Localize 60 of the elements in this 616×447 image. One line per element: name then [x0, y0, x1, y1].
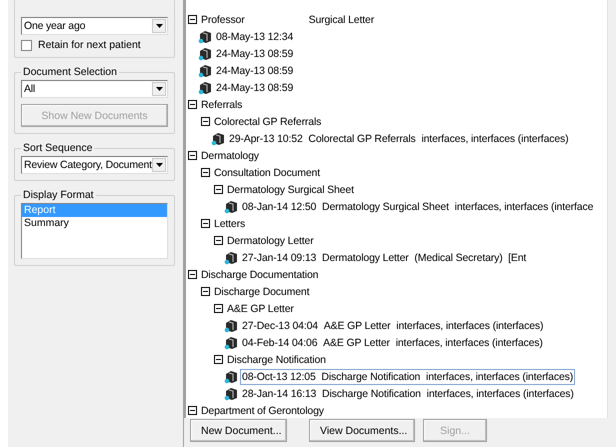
collapse-icon[interactable]: [201, 287, 210, 296]
document-icon: [223, 250, 239, 264]
dropdown[interactable]: One year ago: [21, 17, 168, 35]
document-icon: [210, 132, 226, 146]
action-button[interactable]: View Documents...: [309, 419, 415, 442]
tree-item[interactable]: Discharge Notification: [227, 354, 326, 366]
tree-item[interactable]: Discharge Documentation: [201, 268, 318, 280]
dropdown[interactable]: All: [21, 80, 168, 98]
document-icon: [197, 64, 213, 78]
tree-item[interactable]: Referrals: [201, 98, 242, 110]
collapse-icon[interactable]: [188, 406, 197, 415]
collapse-icon[interactable]: [188, 100, 197, 109]
tree-item[interactable]: 24-May-13 08:59: [214, 62, 296, 78]
tree-item[interactable]: 04-Feb-14 04:06 A&E GP Letter interfaces, interfaces (interfaces): [240, 334, 545, 350]
tree-item[interactable]: Dermatology Surgical Sheet: [227, 184, 354, 196]
tree-item[interactable]: Colorectal GP Referrals: [214, 116, 322, 128]
list-item[interactable]: Summary: [22, 217, 167, 230]
collapse-icon[interactable]: [201, 219, 210, 228]
collapse-icon[interactable]: [188, 15, 197, 24]
document-icon: [197, 30, 213, 44]
collapse-icon[interactable]: [214, 304, 223, 313]
tree-item[interactable]: 08-Oct-13 12:05 Discharge Notification interfaces, interfaces (interfaces): [240, 368, 576, 384]
tree-item[interactable]: 27-Dec-13 04:04 A&E GP Letter interfaces, interfaces (interfaces): [240, 318, 546, 334]
tree-item[interactable]: 29-Apr-13 10:52 Colorectal GP Referrals interfaces, interfaces (interfaces): [227, 130, 570, 146]
collapse-icon[interactable]: [188, 270, 197, 279]
tree-item[interactable]: Dermatology: [201, 150, 259, 162]
document-icon: [197, 80, 213, 94]
tree-item[interactable]: Letters: [214, 218, 246, 230]
collapse-icon[interactable]: [188, 151, 197, 160]
checkbox-label[interactable]: Retain for next patient: [38, 39, 141, 51]
action-button[interactable]: New Document...: [190, 419, 287, 442]
group-label: Sort Sequence: [22, 142, 94, 154]
checkbox[interactable]: [21, 40, 32, 50]
tree-item[interactable]: 24-May-13 08:59: [214, 46, 296, 62]
tree-item[interactable]: Consultation Document: [214, 166, 320, 178]
tree-item[interactable]: 08-May-13 12:34: [214, 28, 296, 44]
document-icon: [223, 386, 239, 400]
tree-item[interactable]: 24-May-13 08:59: [214, 80, 296, 96]
tree-item[interactable]: Department of Gerontology: [201, 404, 324, 416]
dropdown[interactable]: Review Category, Document: [21, 156, 168, 174]
collapse-icon[interactable]: [214, 236, 223, 245]
tree-item[interactable]: 08-Jan-14 12:50 Dermatology Surgical Sheet interfaces, interfaces (interface: [240, 198, 596, 214]
tree-item[interactable]: A&E GP Letter: [227, 302, 294, 314]
tree-item[interactable]: 27-Jan-14 09:13 Dermatology Letter (Medical Secretary) [Ent: [240, 250, 528, 266]
document-icon: [197, 46, 213, 60]
tree-item[interactable]: Professor: [201, 14, 245, 26]
group-label: Document Selection: [22, 66, 118, 78]
tree-item[interactable]: Dermatology Letter: [227, 234, 314, 246]
collapse-icon[interactable]: [214, 185, 223, 194]
tree-item[interactable]: Discharge Document: [214, 286, 310, 298]
document-icon: [223, 200, 239, 214]
group-label: Display Format: [22, 189, 95, 201]
collapse-icon[interactable]: [214, 355, 223, 364]
tree-item[interactable]: 28-Jan-14 16:13 Discharge Notification interfaces, interfaces (interfaces): [240, 386, 576, 402]
collapse-icon[interactable]: [201, 117, 210, 126]
tree-item-note: Surgical Letter: [308, 14, 374, 26]
document-icon: [223, 336, 239, 350]
document-icon: [223, 318, 239, 332]
document-icon: [223, 370, 239, 384]
collapse-icon[interactable]: [201, 168, 210, 177]
